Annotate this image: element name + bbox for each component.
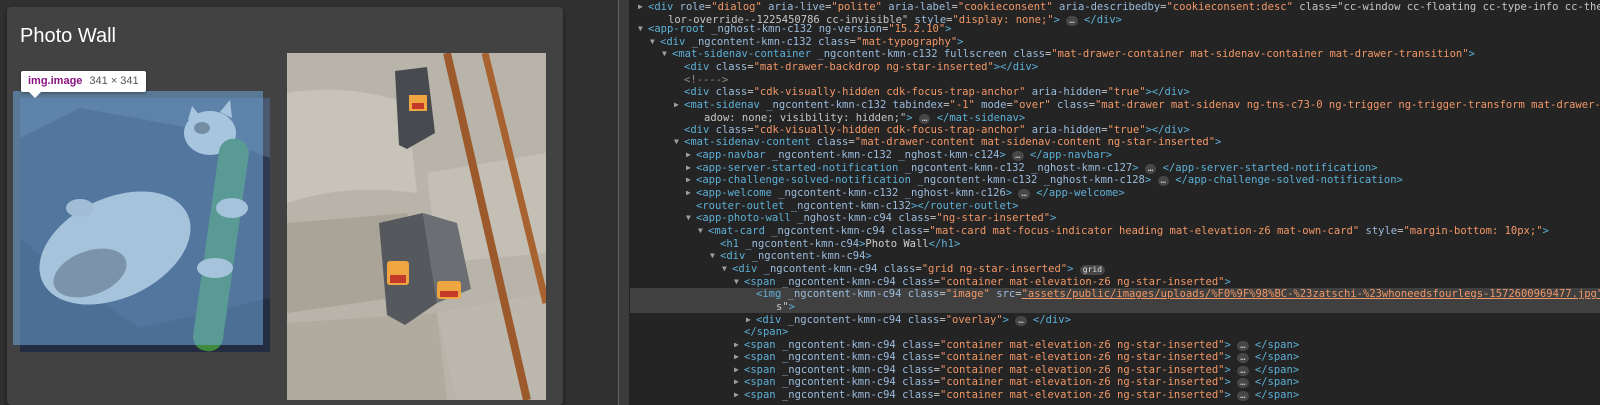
dom-node-row-selected[interactable]: <img _ngcontent-kmn-c94 class="image" sr… — [630, 288, 1600, 313]
dom-node-row[interactable]: <h1 _ngcontent-kmn-c94>Photo Wall</h1> — [630, 238, 1600, 251]
expand-toggle-icon[interactable]: ▼ — [638, 23, 646, 36]
expand-toggle-icon[interactable]: ▼ — [710, 250, 718, 263]
collapsed-ellipsis[interactable]: … — [1237, 341, 1249, 351]
expand-toggle-icon[interactable]: ▶ — [734, 351, 742, 364]
collapsed-ellipsis[interactable]: … — [918, 113, 931, 124]
collapsed-ellipsis[interactable]: … — [1018, 189, 1030, 199]
expand-toggle-icon[interactable]: ▼ — [698, 225, 706, 238]
dom-node-row[interactable]: ▼ <app-photo-wall _nghost-kmn-c94 class="… — [630, 212, 1600, 225]
pane-splitter[interactable] — [618, 0, 630, 405]
dom-node-row[interactable]: </span> — [630, 326, 1600, 339]
dom-node-row[interactable]: ▶ <mat-sidenav _ngcontent-kmn-c132 tabind… — [630, 99, 1600, 124]
dom-node-row[interactable]: ▼ <div _ngcontent-kmn-c94 class="grid ng-… — [630, 263, 1600, 276]
expand-toggle-icon[interactable]: ▶ — [638, 1, 646, 14]
dom-node-row[interactable]: <!----> — [630, 74, 1600, 87]
collapsed-ellipsis[interactable]: … — [1237, 391, 1249, 401]
expand-toggle-icon[interactable]: ▼ — [674, 136, 682, 149]
expand-toggle-icon[interactable]: ▶ — [686, 162, 694, 175]
dom-node-row[interactable]: ▼ <div _ngcontent-kmn-c132 class="mat-typ… — [630, 36, 1600, 49]
expand-toggle-icon[interactable]: ▼ — [686, 212, 694, 225]
dom-node-row[interactable]: ▶ <span _ngcontent-kmn-c94 class="contain… — [630, 389, 1600, 402]
dom-node-row[interactable]: ▼ <div _ngcontent-kmn-c94> — [630, 250, 1600, 263]
dom-node-row[interactable]: ▶ <span _ngcontent-kmn-c94 class="contain… — [630, 376, 1600, 389]
expand-toggle-icon[interactable]: ▶ — [674, 99, 682, 112]
collapsed-ellipsis[interactable]: … — [1237, 353, 1249, 363]
dom-node-row[interactable]: ▶ <app-challenge-solved-notification _ngc… — [630, 174, 1600, 187]
dom-node-row[interactable]: ▼ <mat-sidenav-container _ngcontent-kmn-c… — [630, 48, 1600, 61]
cat-photo-image — [20, 98, 270, 352]
dom-node-row[interactable]: ▶ <app-welcome _ngcontent-kmn-c132 _nghos… — [630, 187, 1600, 200]
dom-node-row[interactable]: ▶ <span _ngcontent-kmn-c94 class="contain… — [630, 339, 1600, 352]
expand-toggle-icon[interactable]: ▼ — [734, 276, 742, 289]
dom-node-row[interactable]: ▼ <span _ngcontent-kmn-c94 class="contain… — [630, 276, 1600, 289]
photo-tile-cat[interactable] — [20, 98, 270, 352]
page-title: Photo Wall — [20, 25, 116, 47]
expand-toggle-icon[interactable]: ▶ — [686, 174, 694, 187]
collapsed-ellipsis[interactable]: … — [1144, 164, 1157, 174]
dom-node-row[interactable]: <div class="mat-drawer-backdrop ng-star-… — [630, 61, 1600, 74]
devtools-elements-panel[interactable]: ▶ <div role="dialog" aria-live="polite" a… — [630, 0, 1600, 405]
expand-toggle-icon[interactable]: ▶ — [734, 339, 742, 352]
expand-toggle-icon[interactable]: ▼ — [650, 36, 658, 49]
dom-node-row[interactable]: ▼ <mat-card _ngcontent-kmn-c94 class="mat… — [630, 225, 1600, 238]
expand-toggle-icon[interactable]: ▼ — [662, 48, 670, 61]
photo-tile-wall-brackets[interactable] — [287, 53, 546, 400]
collapsed-ellipsis[interactable]: … — [1157, 176, 1169, 186]
collapsed-ellipsis[interactable]: … — [1012, 151, 1024, 161]
photo-wall-card: Photo Wall — [7, 7, 563, 405]
expand-toggle-icon[interactable]: ▶ — [686, 149, 694, 162]
collapsed-ellipsis[interactable]: … — [1015, 316, 1027, 326]
expand-toggle-icon[interactable]: ▶ — [734, 364, 742, 377]
collapsed-ellipsis[interactable]: … — [1237, 378, 1249, 388]
dom-node-row[interactable]: ▶ <app-server-started-notification _ngcon… — [630, 162, 1600, 175]
grid-badge[interactable]: grid — [1079, 265, 1106, 275]
dom-node-row[interactable]: ▶ <div _ngcontent-kmn-c94 class="overlay"… — [630, 314, 1600, 327]
dom-node-row[interactable]: ▶ <span _ngcontent-kmn-c94 class="contain… — [630, 351, 1600, 364]
expand-toggle-icon[interactable]: ▶ — [746, 314, 754, 327]
app-viewport: Photo Wall img.image 341 × 341 — [0, 0, 618, 405]
dom-node-row[interactable]: <router-outlet _ngcontent-kmn-c132></rou… — [630, 200, 1600, 213]
collapsed-ellipsis[interactable]: … — [1237, 366, 1249, 376]
expand-toggle-icon[interactable]: ▼ — [722, 263, 730, 276]
wall-brackets-photo-image — [287, 53, 546, 400]
expand-toggle-icon[interactable]: ▶ — [686, 187, 694, 200]
dom-node-row[interactable]: ▼ <app-root _nghost-kmn-c132 ng-version="… — [630, 23, 1600, 36]
dom-node-row[interactable]: ▼ <mat-sidenav-content class="mat-drawer-… — [630, 136, 1600, 149]
dom-node-row[interactable]: <div class="cdk-visually-hidden cdk-focu… — [630, 124, 1600, 137]
expand-toggle-icon[interactable]: ▶ — [734, 376, 742, 389]
dom-node-row[interactable]: ▶ <span _ngcontent-kmn-c94 class="contain… — [630, 364, 1600, 377]
inspect-tooltip: img.image 341 × 341 — [21, 71, 146, 98]
dom-node-row[interactable]: ▶ <app-navbar _ngcontent-kmn-c132 _nghost… — [630, 149, 1600, 162]
tooltip-tag: img.image — [28, 75, 83, 87]
expand-toggle-icon[interactable]: ▶ — [734, 389, 742, 402]
dom-node-row[interactable]: <div class="cdk-visually-hidden cdk-focu… — [630, 86, 1600, 99]
tooltip-dimensions: 341 × 341 — [89, 75, 139, 87]
